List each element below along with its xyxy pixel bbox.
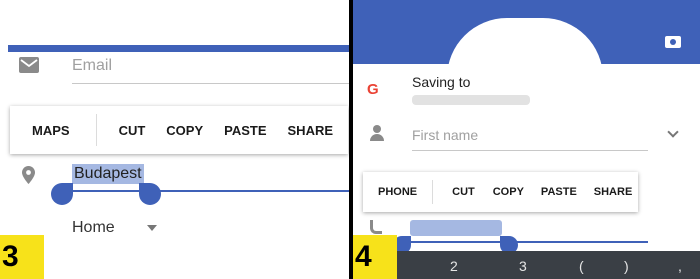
address-type-select[interactable]: Home	[72, 219, 115, 237]
panel-step-3: Email MAPS CUT COPY PASTE SHARE Budapest…	[0, 0, 349, 279]
screenshot-root: Email MAPS CUT COPY PASTE SHARE Budapest…	[0, 0, 700, 279]
phone-field-selected-text[interactable]	[410, 220, 502, 236]
phone-underline	[400, 241, 648, 243]
phone-icon	[370, 220, 382, 234]
menu-phone[interactable]: PHONE	[378, 186, 417, 198]
saving-to-label: Saving to	[412, 74, 471, 90]
dropdown-arrow-icon[interactable]	[147, 225, 157, 231]
city-field-selected-text[interactable]: Budapest	[72, 164, 144, 184]
key-3[interactable]: 3	[519, 258, 527, 274]
menu-share[interactable]: SHARE	[288, 123, 334, 138]
step-badge: 4	[353, 235, 397, 279]
account-redacted[interactable]	[412, 95, 530, 105]
step-badge: 3	[0, 235, 44, 279]
key-open-paren[interactable]: (	[579, 258, 584, 274]
menu-paste[interactable]: PASTE	[224, 123, 266, 138]
menu-copy[interactable]: COPY	[166, 123, 203, 138]
header-bar	[8, 45, 349, 52]
panel-step-4: G Saving to First name PHONE CUT COPY PA…	[353, 0, 700, 279]
mail-icon	[19, 57, 39, 73]
email-field[interactable]: Email	[72, 57, 112, 75]
key-comma[interactable]: ,	[678, 258, 682, 274]
menu-maps[interactable]: MAPS	[32, 123, 70, 138]
key-2[interactable]: 2	[450, 258, 458, 274]
keyboard: 2 3 ( ) ,	[353, 251, 700, 279]
google-icon: G	[367, 81, 379, 98]
text-selection-menu: PHONE CUT COPY PASTE SHARE	[363, 172, 638, 212]
camera-icon[interactable]	[665, 36, 681, 48]
menu-cut[interactable]: CUT	[119, 123, 146, 138]
menu-divider	[432, 180, 434, 204]
person-icon	[370, 125, 384, 141]
first-name-field[interactable]: First name	[412, 127, 478, 143]
selection-handle-start[interactable]	[51, 183, 73, 205]
menu-copy[interactable]: COPY	[493, 186, 524, 198]
email-underline	[72, 83, 349, 84]
location-pin-icon	[22, 166, 35, 184]
selection-handle-end[interactable]	[139, 183, 161, 205]
menu-divider	[95, 114, 97, 146]
first-name-underline	[412, 150, 648, 151]
menu-cut[interactable]: CUT	[452, 186, 475, 198]
chevron-down-icon[interactable]	[667, 126, 679, 138]
menu-paste[interactable]: PASTE	[541, 186, 577, 198]
avatar	[447, 18, 603, 98]
city-underline	[60, 190, 349, 192]
key-close-paren[interactable]: )	[624, 258, 629, 274]
menu-share[interactable]: SHARE	[594, 186, 633, 198]
text-selection-menu: MAPS CUT COPY PASTE SHARE	[10, 106, 348, 154]
